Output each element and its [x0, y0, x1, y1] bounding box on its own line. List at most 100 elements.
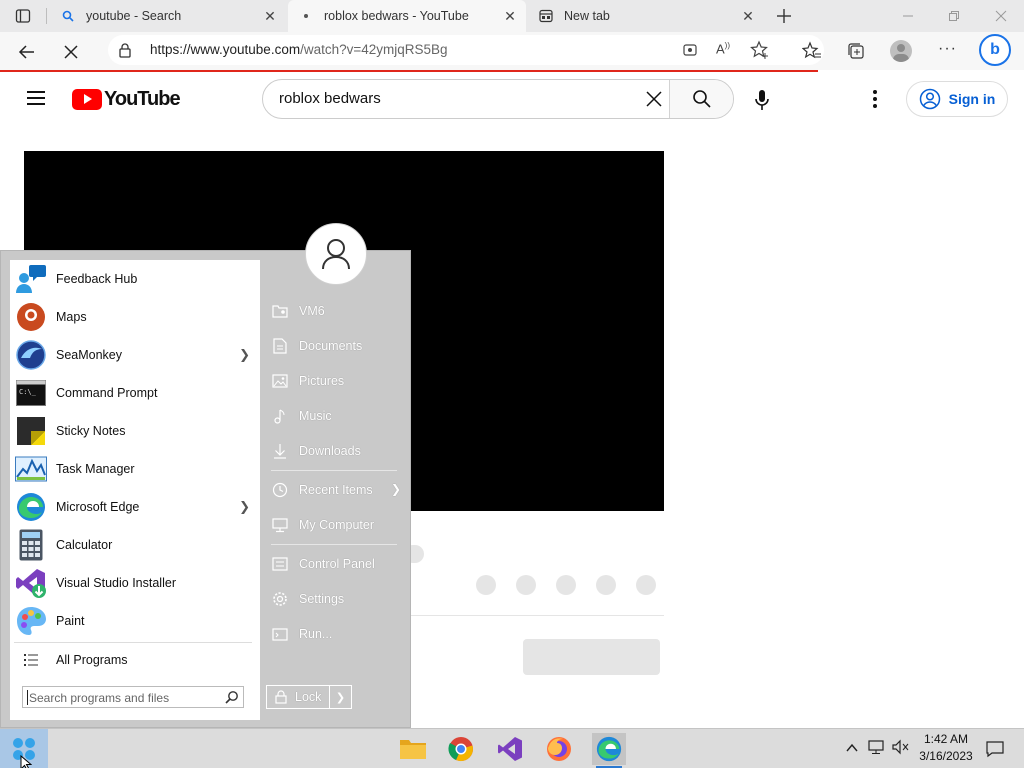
skeleton-action-dot — [596, 575, 616, 595]
start-link-control-panel[interactable]: Control Panel — [271, 549, 401, 579]
profile-avatar[interactable] — [890, 40, 912, 62]
add-favorite-icon[interactable] — [750, 40, 770, 63]
lock-button[interactable]: Lock — [266, 685, 330, 709]
start-item-sticky-notes[interactable]: Sticky Notes — [10, 412, 260, 450]
sign-in-button[interactable]: Sign in — [906, 81, 1008, 117]
favorites-icon[interactable] — [801, 41, 822, 64]
browser-toolbar: https://www.youtube.com/watch?v=42ymjqRS… — [0, 32, 1024, 70]
hamburger-menu-icon[interactable] — [26, 90, 46, 109]
chevron-right-icon[interactable]: ❯ — [239, 499, 250, 515]
more-options-icon[interactable] — [872, 89, 878, 112]
close-tab-icon[interactable]: ✕ — [740, 8, 756, 24]
tab-new-tab[interactable]: New tab ✕ — [528, 0, 764, 32]
app-available-icon[interactable] — [682, 42, 698, 61]
url-host: https://www.youtube.com — [150, 42, 301, 57]
new-tab-button[interactable] — [774, 6, 794, 26]
taskbar-visual-studio[interactable] — [494, 733, 526, 765]
close-icon — [995, 10, 1007, 22]
settings-more-icon[interactable]: ··· — [938, 40, 957, 58]
start-item-visual-studio-installer[interactable]: Visual Studio Installer — [10, 564, 260, 602]
tab-actions-icon — [15, 9, 31, 23]
volume-muted-icon[interactable] — [892, 739, 910, 758]
control-panel-icon — [271, 555, 289, 573]
clock-time[interactable]: 1:42 AM — [920, 732, 972, 746]
clear-search-icon[interactable] — [645, 90, 663, 111]
address-bar[interactable]: https://www.youtube.com/watch?v=42ymjqRS… — [108, 35, 824, 65]
start-link-pictures[interactable]: Pictures — [271, 366, 401, 396]
start-item-maps[interactable]: Maps — [10, 298, 260, 336]
app-label: Visual Studio Installer — [56, 576, 176, 590]
skeleton-action-dot — [556, 575, 576, 595]
start-item-calculator[interactable]: Calculator — [10, 526, 260, 564]
close-tab-icon[interactable]: ✕ — [502, 8, 518, 24]
start-item-task-manager[interactable]: Task Manager — [10, 450, 260, 488]
recent-items-icon — [271, 481, 289, 499]
all-programs-button[interactable]: All Programs — [10, 641, 260, 679]
start-item-command-prompt[interactable]: C:\_ Command Prompt — [10, 374, 260, 412]
taskbar-firefox[interactable] — [543, 733, 575, 765]
url-path: /watch?v=42ymjqRS5Bg — [300, 42, 448, 57]
start-link-music[interactable]: Music — [271, 401, 401, 431]
stop-icon — [64, 45, 78, 59]
collections-icon[interactable] — [846, 41, 866, 64]
start-item-feedback-hub[interactable]: Feedback Hub — [10, 260, 260, 298]
search-input[interactable]: roblox bedwars — [279, 90, 381, 107]
all-programs-label: All Programs — [56, 653, 128, 667]
tab-roblox-bedwars[interactable]: roblox bedwars - YouTube ✕ — [288, 0, 526, 32]
chevron-right-icon[interactable]: ❯ — [391, 482, 401, 496]
start-item-seamonkey[interactable]: SeaMonkey ❯ — [10, 336, 260, 374]
back-button[interactable] — [16, 41, 38, 63]
app-label: Command Prompt — [56, 386, 158, 400]
start-link-settings[interactable]: Settings — [271, 584, 401, 614]
start-link-recent-items[interactable]: Recent Items ❯ — [271, 475, 401, 505]
taskbar-file-explorer[interactable] — [397, 733, 429, 765]
start-link-documents[interactable]: Documents — [271, 331, 401, 361]
firefox-icon — [547, 737, 571, 761]
skeleton-subscribe — [523, 639, 660, 675]
start-link-run[interactable]: Run... — [271, 619, 401, 649]
tab-youtube-search[interactable]: youtube - Search ✕ — [50, 0, 286, 32]
user-icon — [322, 239, 350, 270]
chevron-right-icon[interactable]: ❯ — [239, 347, 250, 363]
notification-icon[interactable] — [986, 740, 1004, 761]
back-arrow-icon — [18, 45, 34, 59]
taskbar-edge[interactable] — [592, 733, 626, 765]
youtube-logo[interactable]: YouTube — [72, 88, 181, 111]
start-link-vm6[interactable]: VM6 — [271, 296, 401, 326]
bing-chat-icon[interactable]: b — [979, 34, 1011, 66]
tab-title: New tab — [564, 9, 610, 23]
start-link-downloads[interactable]: Downloads — [271, 436, 401, 466]
search-icon[interactable] — [225, 690, 239, 707]
start-item-paint[interactable]: Paint — [10, 602, 260, 640]
tab-title: youtube - Search — [86, 9, 182, 23]
svg-text:C:\_: C:\_ — [19, 388, 37, 396]
user-avatar[interactable] — [305, 223, 367, 285]
start-search-input[interactable]: Search programs and files — [22, 686, 244, 708]
taskbar-chrome[interactable] — [445, 733, 477, 765]
start-item-microsoft-edge[interactable]: Microsoft Edge ❯ — [10, 488, 260, 526]
calculator-icon — [15, 529, 47, 561]
search-button[interactable] — [669, 80, 733, 118]
pictures-icon — [271, 372, 289, 390]
close-tab-icon[interactable]: ✕ — [262, 8, 278, 24]
documents-icon — [271, 337, 289, 355]
tab-actions-button[interactable] — [14, 7, 32, 25]
show-hidden-icons[interactable] — [846, 741, 858, 756]
voice-search-icon[interactable] — [754, 89, 770, 114]
youtube-search-box[interactable]: roblox bedwars — [262, 79, 734, 119]
clock-date[interactable]: 3/16/2023 — [916, 749, 976, 763]
read-aloud-icon[interactable]: A)) — [716, 41, 730, 56]
restore-button[interactable] — [942, 8, 966, 24]
power-options-button[interactable]: ❯ — [329, 685, 352, 709]
lock-icon[interactable] — [118, 42, 132, 61]
youtube-header: YouTube roblox bedwars Sign in — [0, 72, 1024, 128]
stop-loading-button[interactable] — [60, 41, 82, 63]
network-icon[interactable] — [868, 739, 886, 758]
app-label: Calculator — [56, 538, 113, 552]
chrome-icon — [448, 737, 473, 762]
start-link-my-computer[interactable]: My Computer — [271, 510, 401, 540]
maps-icon — [15, 301, 47, 333]
visual-studio-installer-icon — [15, 567, 47, 599]
close-window-button[interactable] — [989, 8, 1013, 24]
minimize-button[interactable] — [896, 8, 920, 24]
